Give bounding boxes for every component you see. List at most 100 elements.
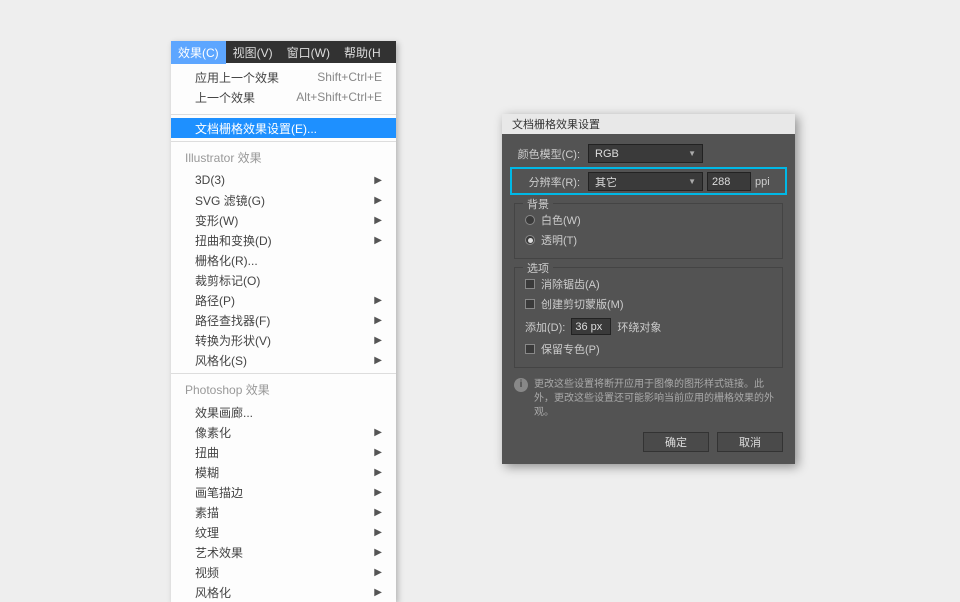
add-around-input[interactable]	[571, 318, 611, 335]
menu-item[interactable]: 艺术效果 ▶	[171, 542, 396, 562]
submenu-arrow-icon: ▶	[374, 447, 382, 458]
menu-item[interactable]: 视频▶	[171, 562, 396, 582]
submenu-arrow-icon: ▶	[374, 527, 382, 538]
menu-label: 路径查找器(F)	[195, 312, 270, 329]
menu-label: 风格化(S)	[195, 352, 247, 369]
menu-label: 画笔描边	[195, 484, 243, 501]
options-group: 选项 消除锯齿(A) 创建剪切蒙版(M) 添加(D): 环绕对象 保留专色(P)	[514, 267, 783, 368]
menu-item[interactable]: 变形(W)▶	[171, 210, 396, 230]
menu-item[interactable]: 扭曲和变换(D) ▶	[171, 230, 396, 250]
menu-item[interactable]: 风格化(S)▶	[171, 350, 396, 370]
menu-item[interactable]: 栅格化(R)...	[171, 250, 396, 270]
menu-shortcut: Alt+Shift+Ctrl+E	[296, 90, 382, 104]
background-group: 背景 白色(W) 透明(T)	[514, 203, 783, 259]
color-model-label: 颜色模型(C):	[514, 146, 584, 162]
menu-label: 3D(3)	[195, 173, 225, 187]
menubar-window[interactable]: 窗口(W)	[280, 41, 337, 64]
menu-group-header-illustrator: Illustrator 效果	[171, 145, 396, 170]
menu-item[interactable]: 像素化 ▶	[171, 422, 396, 442]
background-group-title: 背景	[523, 196, 553, 212]
submenu-arrow-icon: ▶	[374, 335, 382, 346]
menu-item[interactable]: 路径(P)▶	[171, 290, 396, 310]
bg-transparent-radio-row[interactable]: 透明(T)	[525, 230, 772, 250]
submenu-arrow-icon: ▶	[374, 195, 382, 206]
resolution-label: 分辨率(R):	[514, 174, 584, 190]
menu-label: 像素化	[195, 424, 231, 441]
submenu-arrow-icon: ▶	[374, 427, 382, 438]
dropdown-value: 其它	[595, 174, 617, 190]
menu-item[interactable]: 转换为形状(V)▶	[171, 330, 396, 350]
raster-settings-dialog: 文档栅格效果设置 颜色模型(C): RGB ▼ 分辨率(R): 其它 ▼ ppi…	[502, 114, 795, 464]
menu-label: 扭曲	[195, 444, 219, 461]
checkbox-icon	[525, 344, 535, 354]
menu-label: 模糊	[195, 464, 219, 481]
submenu-arrow-icon: ▶	[374, 507, 382, 518]
submenu-arrow-icon: ▶	[374, 467, 382, 478]
menu-label: SVG 滤镜(G)	[195, 192, 265, 209]
menu-label: 应用上一个效果	[195, 69, 279, 86]
menu-item[interactable]: 裁剪标记(O)	[171, 270, 396, 290]
menu-bar: 效果(C) 视图(V) 窗口(W) 帮助(H	[171, 41, 396, 63]
menubar-help[interactable]: 帮助(H	[337, 41, 388, 64]
menu-item[interactable]: SVG 滤镜(G) ▶	[171, 190, 396, 210]
menu-label: 视频	[195, 564, 219, 581]
chevron-down-icon: ▼	[688, 177, 696, 186]
ok-button[interactable]: 确定	[643, 432, 709, 452]
radio-label: 透明(T)	[541, 232, 577, 248]
menu-item[interactable]: 风格化▶	[171, 582, 396, 602]
menu-apply-last-effect[interactable]: 应用上一个效果 Shift+Ctrl+E	[171, 67, 396, 87]
menu-separator	[171, 373, 396, 374]
menu-label: 扭曲和变换(D)	[195, 232, 272, 249]
menu-label: 路径(P)	[195, 292, 235, 309]
menu-label: 风格化	[195, 584, 231, 601]
chevron-down-icon: ▼	[688, 149, 696, 158]
submenu-arrow-icon: ▶	[374, 315, 382, 326]
menu-item[interactable]: 画笔描边 ▶	[171, 482, 396, 502]
menu-item[interactable]: 3D(3)▶	[171, 170, 396, 190]
resolution-dropdown[interactable]: 其它 ▼	[588, 172, 703, 191]
resolution-highlight: 分辨率(R): 其它 ▼ ppi	[510, 167, 787, 195]
menu-label: 纹理	[195, 524, 219, 541]
menu-item[interactable]: 模糊 ▶	[171, 462, 396, 482]
radio-icon-selected	[525, 235, 535, 245]
menu-raster-settings[interactable]: 文档栅格效果设置(E)...	[171, 118, 396, 138]
resolution-unit: ppi	[755, 176, 770, 188]
menu-item[interactable]: 纹理 ▶	[171, 522, 396, 542]
info-note: i 更改这些设置将断开应用于图像的图形样式链接。此外，更改这些设置还可能影响当前…	[514, 378, 783, 420]
options-group-title: 选项	[523, 260, 553, 276]
dialog-title: 文档栅格效果设置	[502, 114, 795, 134]
check-label: 创建剪切蒙版(M)	[541, 296, 624, 312]
radio-label: 白色(W)	[541, 212, 581, 228]
bg-white-radio-row[interactable]: 白色(W)	[525, 210, 772, 230]
menubar-view[interactable]: 视图(V)	[226, 41, 280, 64]
checkbox-icon	[525, 299, 535, 309]
menu-label: 艺术效果	[195, 544, 243, 561]
submenu-arrow-icon: ▶	[374, 487, 382, 498]
menu-label: 文档栅格效果设置(E)...	[195, 120, 317, 137]
info-icon: i	[514, 378, 528, 392]
menu-label: 素描	[195, 504, 219, 521]
submenu-arrow-icon: ▶	[374, 235, 382, 246]
cancel-button[interactable]: 取消	[717, 432, 783, 452]
menu-last-effect[interactable]: 上一个效果 Alt+Shift+Ctrl+E	[171, 87, 396, 107]
menu-item[interactable]: 路径查找器(F) ▶	[171, 310, 396, 330]
effects-menu: 效果(C) 视图(V) 窗口(W) 帮助(H 应用上一个效果 Shift+Ctr…	[171, 41, 396, 602]
info-text: 更改这些设置将断开应用于图像的图形样式链接。此外，更改这些设置还可能影响当前应用…	[534, 378, 783, 420]
spot-color-check-row[interactable]: 保留专色(P)	[525, 339, 772, 359]
submenu-arrow-icon: ▶	[374, 547, 382, 558]
menu-label: 裁剪标记(O)	[195, 272, 260, 289]
menu-label: 效果画廊...	[195, 404, 253, 421]
menu-item[interactable]: 效果画廊...	[171, 402, 396, 422]
menubar-effects[interactable]: 效果(C)	[171, 41, 226, 64]
color-model-dropdown[interactable]: RGB ▼	[588, 144, 703, 163]
clipmask-check-row[interactable]: 创建剪切蒙版(M)	[525, 294, 772, 314]
check-label: 消除锯齿(A)	[541, 276, 600, 292]
menu-separator	[171, 141, 396, 142]
menu-item[interactable]: 扭曲 ▶	[171, 442, 396, 462]
add-around-label: 添加(D):	[525, 319, 565, 335]
menu-separator	[171, 114, 396, 115]
antialias-check-row[interactable]: 消除锯齿(A)	[525, 274, 772, 294]
check-label: 保留专色(P)	[541, 341, 600, 357]
menu-item[interactable]: 素描 ▶	[171, 502, 396, 522]
resolution-input[interactable]	[707, 172, 751, 191]
